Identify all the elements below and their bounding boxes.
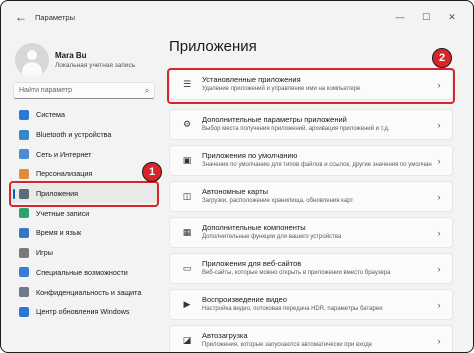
settings-card[interactable]: ▣ Приложения по умолчанию Значения по умол… <box>169 145 453 176</box>
card-subtitle: Значения по умолчанию для типов файлов и… <box>202 162 432 168</box>
card-title: Приложения для веб-сайтов <box>202 259 302 268</box>
sidebar-item-label: Система <box>36 110 65 120</box>
sidebar-item-1[interactable]: Bluetooth и устройства <box>11 125 159 145</box>
chevron-right-icon: › <box>437 155 441 166</box>
card-title: Дополнительные компоненты <box>202 223 306 232</box>
brush-icon <box>19 168 29 179</box>
card-subtitle: Приложения, которые запускаются автомати… <box>202 342 373 348</box>
card-text: Приложения для веб-сайтов Веб-сайты, кото… <box>202 259 432 278</box>
search-input[interactable] <box>14 87 140 94</box>
step-badge-2: 2 <box>432 48 452 68</box>
step-badge-1: 1 <box>142 162 162 182</box>
card-title: Автозагрузка <box>202 331 248 340</box>
card-text: Воспроизведение видео Настройка видео, по… <box>202 295 432 314</box>
title-bar: ← Параметры — ☐ ✕ <box>1 1 473 33</box>
app-settings-icon: ⚙ <box>182 119 192 129</box>
avatar-body <box>22 62 42 77</box>
map-icon: ◫ <box>182 191 192 201</box>
account-icon <box>19 208 29 219</box>
sidebar-item-10[interactable]: Центр обновления Windows <box>11 302 159 322</box>
card-subtitle: Загрузки, расположение хранилища, обновл… <box>202 198 354 204</box>
sidebar-item-label: Специальные возможности <box>36 267 128 277</box>
system-icon <box>19 109 29 120</box>
shield-icon <box>19 287 29 298</box>
sidebar-item-label: Сеть и Интернет <box>36 149 92 159</box>
sidebar-item-label: Время и язык <box>36 228 82 238</box>
card-title: Приложения по умолчанию <box>202 151 298 160</box>
card-title: Автономные карты <box>202 187 269 196</box>
chevron-right-icon: › <box>437 227 441 238</box>
sidebar-item-8[interactable]: Специальные возможности <box>11 263 159 283</box>
card-text: Приложения по умолчанию Значения по умолч… <box>202 151 432 170</box>
back-arrow-icon[interactable]: ← <box>9 5 33 29</box>
sidebar-item-label: Персонализация <box>36 169 93 179</box>
highlight-installed-apps <box>167 68 455 104</box>
sidebar-item-label: Bluetooth и устройства <box>36 130 112 140</box>
avatar-head <box>27 50 37 60</box>
sidebar-item-7[interactable]: Игры <box>11 243 159 263</box>
sidebar-item-2[interactable]: Сеть и Интернет <box>11 144 159 164</box>
close-button[interactable]: ✕ <box>439 8 465 26</box>
profile-subtitle: Локальная учетная запись <box>55 61 136 69</box>
profile-name: Mara Bu <box>55 50 87 60</box>
page-title: Приложения <box>169 38 257 55</box>
gamepad-icon <box>19 247 29 258</box>
chevron-right-icon: › <box>437 299 441 310</box>
card-text: Дополнительные параметры приложений Выбор… <box>202 115 432 134</box>
card-text: Дополнительные компоненты Дополнительные … <box>202 223 432 242</box>
card-text: Автозагрузка Приложения, которые запускаю… <box>202 331 432 350</box>
card-subtitle: Выбор места получения приложений, архива… <box>202 126 390 132</box>
sidebar-item-0[interactable]: Система <box>11 105 159 125</box>
sidebar-item-9[interactable]: Конфиденциальность и защита <box>11 282 159 302</box>
profile-text: Mara Bu Локальная учетная запись <box>55 50 135 71</box>
chevron-right-icon: › <box>437 335 441 346</box>
web-apps-icon: ▭ <box>182 263 192 273</box>
card-subtitle: Дополнительные функции для вашего устрой… <box>202 234 342 240</box>
card-title: Дополнительные параметры приложений <box>202 115 347 124</box>
sidebar-item-label: Учетные записи <box>36 208 90 218</box>
wifi-icon <box>19 149 29 160</box>
chevron-right-icon: › <box>437 263 441 274</box>
chevron-right-icon: › <box>437 119 441 130</box>
window-title: Параметры <box>35 12 75 22</box>
settings-card[interactable]: ◫ Автономные карты Загрузки, расположение … <box>169 181 453 212</box>
card-subtitle: Настройка видео, потоковая передача HDR,… <box>202 306 383 312</box>
sidebar-item-label: Игры <box>36 248 53 258</box>
maximize-button[interactable]: ☐ <box>413 8 439 26</box>
card-subtitle: Веб-сайты, которые можно открыть в прило… <box>202 270 391 276</box>
search-box: ⌕ <box>13 82 155 99</box>
minimize-button[interactable]: — <box>387 8 413 26</box>
settings-card[interactable]: ◪ Автозагрузка Приложения, которые запуска… <box>169 325 453 352</box>
sidebar-nav: Система Bluetooth и устройства Сеть и Инте… <box>11 105 159 322</box>
sidebar-item-label: Конфиденциальность и защита <box>36 287 142 297</box>
card-title: Воспроизведение видео <box>202 295 287 304</box>
video-icon: ▶ <box>183 299 191 309</box>
update-icon <box>19 306 29 317</box>
user-profile[interactable]: Mara Bu Локальная учетная запись <box>15 43 135 77</box>
settings-card[interactable]: ▭ Приложения для веб-сайтов Веб-сайты, кот… <box>169 253 453 284</box>
card-text: Автономные карты Загрузки, расположение х… <box>202 187 432 206</box>
highlight-apps-nav <box>9 181 159 207</box>
search-icon[interactable]: ⌕ <box>140 86 154 96</box>
settings-card[interactable]: ⚙ Дополнительные параметры приложений Выбо… <box>169 109 453 140</box>
sidebar-item-6[interactable]: Время и язык <box>11 223 159 243</box>
settings-card[interactable]: ▶ Воспроизведение видео Настройка видео, п… <box>169 289 453 320</box>
settings-card[interactable]: ▦ Дополнительные компоненты Дополнительные… <box>169 217 453 248</box>
window-controls: — ☐ ✕ <box>387 8 465 26</box>
bluetooth-icon <box>19 129 29 140</box>
sidebar-item-label: Центр обновления Windows <box>36 307 130 317</box>
accessibility-icon <box>19 267 29 278</box>
settings-window: ← Параметры — ☐ ✕ Mara Bu Локальная учет… <box>0 0 474 353</box>
globe-icon <box>19 227 29 238</box>
avatar <box>15 43 49 77</box>
default-apps-icon: ▣ <box>182 155 192 165</box>
components-icon: ▦ <box>182 227 192 237</box>
startup-icon: ◪ <box>182 335 192 345</box>
chevron-right-icon: › <box>437 191 441 202</box>
